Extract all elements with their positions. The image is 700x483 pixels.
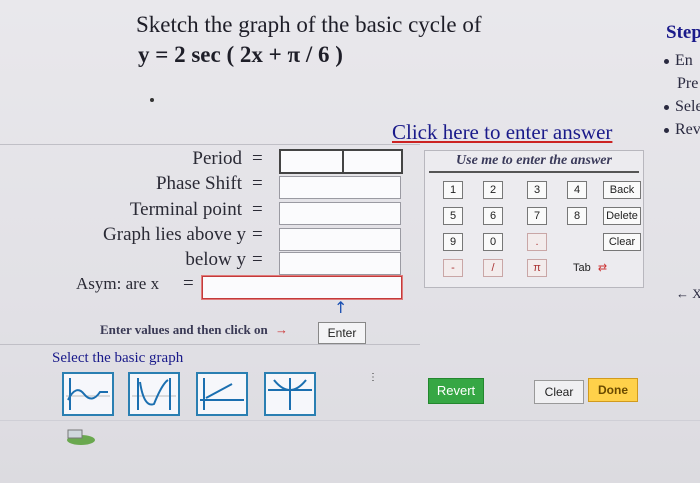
sidebar-item-1-cont: Pre: [677, 75, 699, 92]
sidebar-bottom-label: ← X: [676, 286, 700, 301]
key-decimal[interactable]: .: [527, 233, 547, 251]
below-equals: =: [252, 249, 263, 270]
phase-shift-label: Phase Shift: [155, 173, 242, 194]
graph-option-1[interactable]: [62, 372, 114, 416]
period-input-denominator[interactable]: [342, 149, 403, 174]
problem-statement: Sketch the graph of the basic cycle of y…: [136, 10, 482, 70]
phase-shift-equals: =: [252, 173, 263, 194]
graph-lies-above-label: Graph lies above y: [103, 224, 246, 245]
period-input-numerator[interactable]: [279, 149, 345, 174]
revert-button[interactable]: Revert: [428, 378, 484, 404]
form-bottom-divider: [0, 344, 420, 345]
secant-curve-icon: [268, 378, 312, 410]
asym-input[interactable]: [202, 276, 402, 299]
bullet-icon: [664, 58, 669, 64]
up-arrow-icon: ↑: [334, 298, 348, 317]
enter-button[interactable]: Enter: [318, 322, 366, 344]
enter-instruction-text: Enter values and then click on: [100, 322, 268, 337]
stray-dot: [150, 98, 154, 102]
keypad-separator: [429, 171, 639, 173]
above-equals: =: [252, 224, 263, 245]
tool-icon[interactable]: [64, 428, 98, 446]
key-3[interactable]: 3: [527, 181, 547, 199]
problem-line-1: Sketch the graph of the basic cycle of: [136, 12, 482, 37]
tab-arrows-icon: ⇄: [597, 262, 608, 274]
right-arrow-icon: →: [274, 322, 288, 337]
small-marker: ⋮: [368, 372, 378, 383]
graph-option-3[interactable]: [196, 372, 248, 416]
terminal-point-equals: =: [252, 199, 263, 220]
click-here-link[interactable]: Click here to enter answer: [392, 120, 612, 145]
terminal-point-input[interactable]: [279, 202, 401, 225]
sine-wave-icon: [66, 378, 110, 410]
key-7[interactable]: 7: [527, 207, 547, 225]
key-9[interactable]: 9: [443, 233, 463, 251]
clear-button[interactable]: Clear: [534, 380, 584, 404]
tab-label: Tab: [573, 262, 591, 274]
below-input[interactable]: [279, 252, 401, 275]
form-top-divider: [0, 144, 420, 145]
key-clear[interactable]: Clear: [603, 233, 641, 251]
sidebar-item-3: Rev: [664, 121, 700, 139]
keypad-title: Use me to enter the answer: [456, 153, 612, 168]
sidebar-item-1: En: [664, 52, 693, 70]
answer-keypad: Use me to enter the answer 1 2 3 4 Back …: [424, 150, 644, 288]
enter-instruction: Enter values and then click on →: [100, 322, 288, 338]
bullet-icon: [664, 104, 669, 110]
key-2[interactable]: 2: [483, 181, 503, 199]
key-back[interactable]: Back: [603, 181, 641, 199]
period-label: Period: [192, 148, 242, 169]
key-6[interactable]: 6: [483, 207, 503, 225]
graph-option-4[interactable]: [264, 372, 316, 416]
terminal-point-label: Terminal point: [129, 199, 242, 220]
below-label: below y: [185, 249, 246, 270]
problem-equation: y = 2 sec ( 2x + π / 6 ): [138, 42, 343, 67]
above-input[interactable]: [279, 228, 401, 251]
key-pi[interactable]: π: [527, 259, 547, 277]
bottom-divider: [0, 420, 700, 421]
done-button[interactable]: Done: [588, 378, 638, 402]
key-4[interactable]: 4: [567, 181, 587, 199]
sidebar-item-2: Sele: [664, 98, 700, 116]
key-1[interactable]: 1: [443, 181, 463, 199]
tangent-curve-icon: [132, 378, 176, 410]
key-0[interactable]: 0: [483, 233, 503, 251]
steps-heading: Step: [666, 22, 700, 43]
key-minus[interactable]: -: [443, 259, 463, 277]
bullet-icon: [664, 127, 669, 133]
select-basic-graph-label: Select the basic graph: [52, 350, 184, 366]
key-tab[interactable]: Tab ⇄: [573, 261, 607, 274]
phase-shift-input[interactable]: [279, 176, 401, 199]
key-delete[interactable]: Delete: [603, 207, 641, 225]
key-slash[interactable]: /: [483, 259, 503, 277]
asym-equals: =: [183, 273, 194, 294]
key-5[interactable]: 5: [443, 207, 463, 225]
key-8[interactable]: 8: [567, 207, 587, 225]
cotangent-curve-icon: [200, 378, 244, 410]
asym-label: Asym: are x: [76, 274, 160, 293]
period-equals: =: [252, 148, 263, 169]
graph-option-2[interactable]: [128, 372, 180, 416]
